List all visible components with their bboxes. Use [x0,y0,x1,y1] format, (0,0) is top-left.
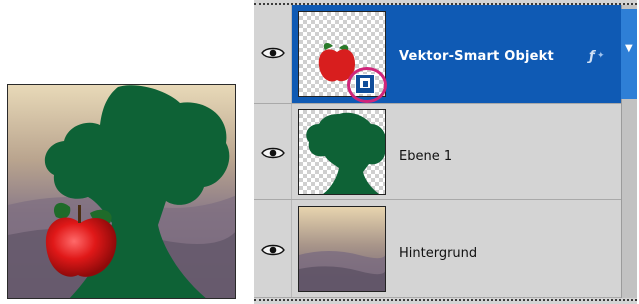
dropdown-arrow-icon[interactable]: ▼ [625,43,633,54]
panel-scrollbar-track[interactable] [621,104,637,200]
layers-panel: Vektor-Smart Objekt ƒ ✦ ▼ Ebene 1 Hinter… [254,0,637,304]
visibility-cell[interactable] [254,200,292,297]
panel-bottom-edge [254,299,637,301]
layer-row-hintergrund[interactable]: Hintergrund [254,200,637,298]
highlight-ring [347,67,387,103]
eye-icon[interactable] [261,146,285,160]
panel-scrollbar[interactable]: ▼ [621,5,637,104]
layer-row-ebene-1[interactable]: Ebene 1 [254,104,637,200]
visibility-cell[interactable] [254,5,292,103]
layer-thumbnail-apple [298,11,387,103]
layer-row-vektor-smart-objekt[interactable]: Vektor-Smart Objekt ƒ ✦ ▼ [254,5,637,104]
layer-name: Vektor-Smart Objekt [399,49,554,64]
layer-thumbnail-tree [298,109,387,195]
fx-icon[interactable]: ƒ [589,49,595,64]
scroll-thumb[interactable] [621,9,637,99]
layer-name: Hintergrund [399,246,478,261]
eye-icon[interactable] [261,243,285,257]
fx-arrow-icon: ✦ [597,51,605,61]
composite-image [7,84,236,299]
layer-name: Ebene 1 [399,149,453,164]
visibility-cell[interactable] [254,104,292,199]
panel-scrollbar-track[interactable] [621,200,637,298]
layer-thumbnail-landscape [298,206,386,292]
eye-icon[interactable] [261,46,285,60]
